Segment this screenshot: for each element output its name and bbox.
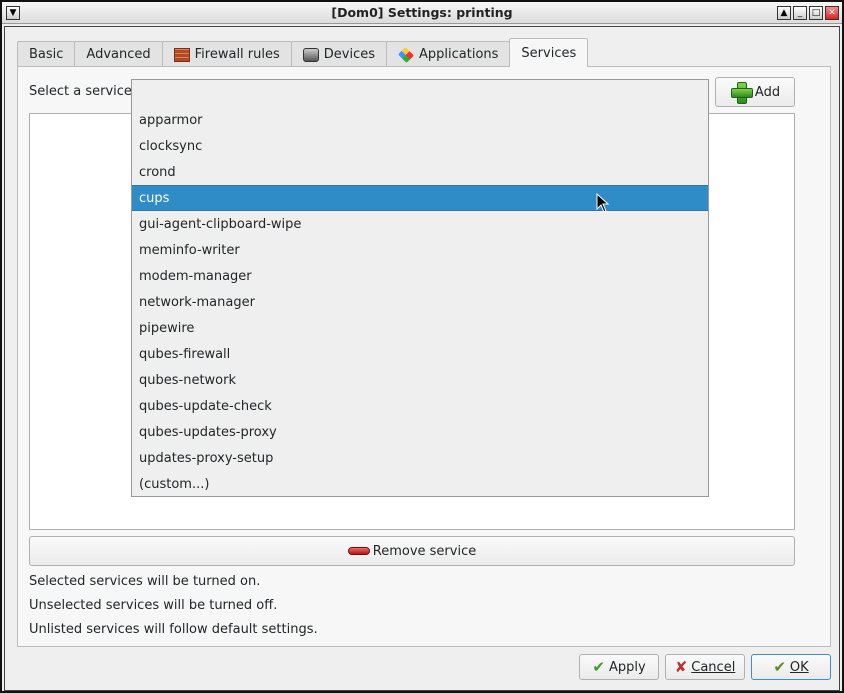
minus-icon xyxy=(347,547,370,555)
tab-basic[interactable]: Basic xyxy=(17,41,76,67)
dropdown-item-cups[interactable]: cups xyxy=(132,185,708,211)
select-service-label: Select a service: xyxy=(29,84,137,99)
cancel-label: Cancel xyxy=(691,659,736,675)
plus-icon xyxy=(730,81,753,104)
tab-label: Firewall rules xyxy=(194,47,280,62)
tab-label: Advanced xyxy=(86,47,151,62)
info-unlisted: Unlisted services will follow default se… xyxy=(29,622,318,637)
ok-button[interactable]: ✔ OK xyxy=(751,654,831,680)
dropdown-item-meminfo-writer[interactable]: meminfo-writer xyxy=(132,237,708,263)
cancel-x-icon: ✘ xyxy=(674,658,688,676)
dropdown-item-modem-manager[interactable]: modem-manager xyxy=(132,263,708,289)
maximize-button[interactable]: □ xyxy=(809,6,823,20)
shade-icon: ▲ xyxy=(780,7,788,18)
remove-label: Remove service xyxy=(372,543,477,559)
services-panel: Select a service: Add apparmor clocksync… xyxy=(17,66,831,647)
checkmark-icon: ✔ xyxy=(592,658,605,676)
info-unselected: Unselected services will be turned off. xyxy=(29,598,278,613)
tab-label: Applications xyxy=(419,47,499,62)
dropdown-item-gui-agent-clipboard-wipe[interactable]: gui-agent-clipboard-wipe xyxy=(132,211,708,237)
window-title: [Dom0] Settings: printing xyxy=(331,5,513,20)
add-service-button[interactable]: Add xyxy=(715,77,795,107)
close-icon: ✕ xyxy=(828,7,836,18)
applications-icon xyxy=(398,46,414,63)
service-dropdown-list[interactable]: apparmor clocksync crond cups gui-agent-… xyxy=(131,107,709,497)
shade-button[interactable]: ▲ xyxy=(777,6,791,20)
close-button[interactable]: ✕ xyxy=(825,6,839,20)
devices-icon xyxy=(302,47,319,62)
dropdown-item-qubes-network[interactable]: qubes-network xyxy=(132,367,708,393)
apply-button[interactable]: ✔ Apply xyxy=(579,654,659,680)
tab-label: Services xyxy=(521,45,577,61)
info-selected: Selected services will be turned on. xyxy=(29,574,261,589)
add-label: Add xyxy=(754,84,781,100)
dropdown-item-clocksync[interactable]: clocksync xyxy=(132,133,708,159)
dropdown-item-network-manager[interactable]: network-manager xyxy=(132,289,708,315)
mouse-cursor-icon xyxy=(596,193,610,213)
dropdown-item-qubes-firewall[interactable]: qubes-firewall xyxy=(132,341,708,367)
ok-check-icon: ✔ xyxy=(773,658,786,676)
dropdown-item-updates-proxy-setup[interactable]: updates-proxy-setup xyxy=(132,445,708,471)
apply-label: Apply xyxy=(608,659,646,675)
maximize-icon: □ xyxy=(811,7,821,18)
dropdown-item-qubes-updates-proxy[interactable]: qubes-updates-proxy xyxy=(132,419,708,445)
tab-firewall-rules[interactable]: Firewall rules xyxy=(161,41,292,67)
dropdown-item-crond[interactable]: crond xyxy=(132,159,708,185)
minimize-button[interactable]: _ xyxy=(793,6,807,20)
firewall-brick-icon xyxy=(173,47,190,62)
tab-devices[interactable]: Devices xyxy=(290,41,387,67)
tab-advanced[interactable]: Advanced xyxy=(74,41,163,67)
tab-label: Devices xyxy=(323,47,375,62)
tab-label: Basic xyxy=(29,47,64,62)
ok-label: OK xyxy=(789,659,809,675)
dropdown-item-qubes-update-check[interactable]: qubes-update-check xyxy=(132,393,708,419)
settings-window: ▼ [Dom0] Settings: printing ▲ _ □ ✕ Basi… xyxy=(0,0,844,693)
dropdown-item-custom[interactable]: (custom...) xyxy=(132,471,708,497)
minimize-icon: _ xyxy=(797,7,803,18)
tab-services[interactable]: Services xyxy=(509,38,589,67)
service-combobox[interactable] xyxy=(131,79,709,107)
title-bar[interactable]: ▼ [Dom0] Settings: printing ▲ _ □ ✕ xyxy=(2,2,842,24)
remove-service-button[interactable]: Remove service xyxy=(29,536,795,566)
tab-bar: Basic Advanced Firewall rules Devices Ap… xyxy=(17,38,589,67)
dropdown-item-apparmor[interactable]: apparmor xyxy=(132,107,708,133)
tab-applications[interactable]: Applications xyxy=(386,41,511,67)
cancel-button[interactable]: ✘ Cancel xyxy=(665,654,745,680)
dialog-body: Basic Advanced Firewall rules Devices Ap… xyxy=(4,26,840,691)
dropdown-item-pipewire[interactable]: pipewire xyxy=(132,315,708,341)
